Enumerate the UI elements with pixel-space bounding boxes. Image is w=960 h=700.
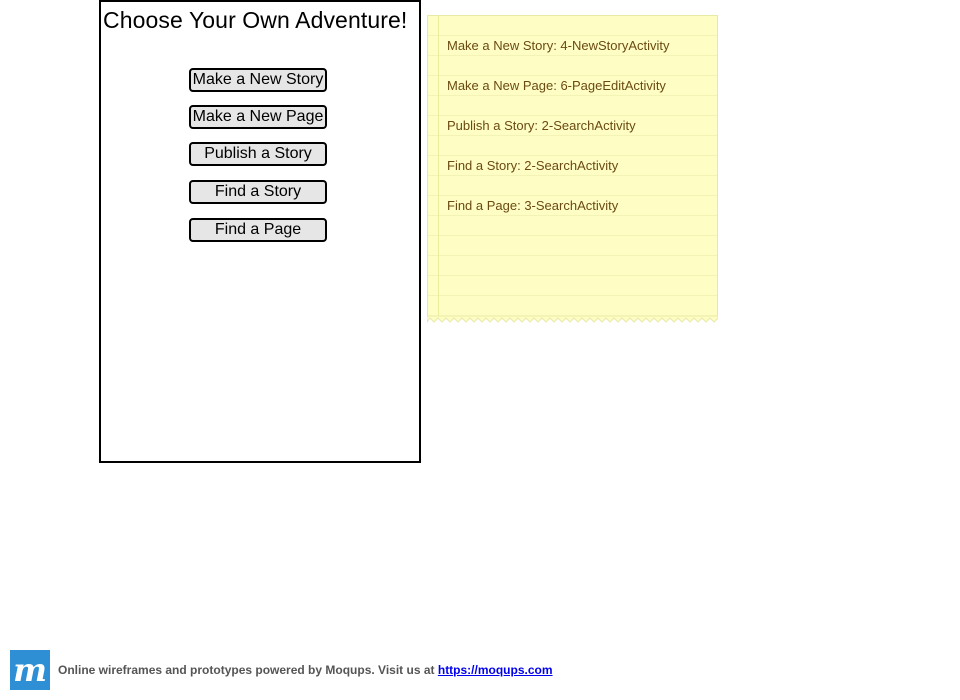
note-line-new-story: Make a New Story: 4-NewStoryActivity [447, 38, 670, 53]
note-line-new-page: Make a New Page: 6-PageEditActivity [447, 78, 666, 93]
make-new-story-button[interactable]: Make a New Story [189, 68, 327, 92]
sticky-note-torn-edge [427, 316, 718, 323]
make-new-page-button[interactable]: Make a New Page [189, 105, 327, 129]
note-line-publish-story: Publish a Story: 2-SearchActivity [447, 118, 636, 133]
footer: m Online wireframes and prototypes power… [10, 650, 553, 690]
note-line-find-story: Find a Story: 2-SearchActivity [447, 158, 619, 173]
publish-story-button[interactable]: Publish a Story [189, 142, 327, 166]
wireframe-canvas: Choose Your Own Adventure! Make a New St… [0, 0, 960, 700]
phone-screen: Choose Your Own Adventure! Make a New St… [99, 0, 421, 463]
find-story-button[interactable]: Find a Story [189, 180, 327, 204]
page-title: Choose Your Own Adventure! [103, 7, 408, 33]
find-page-button[interactable]: Find a Page [189, 218, 327, 242]
footer-caption: Online wireframes and prototypes powered… [58, 663, 438, 677]
footer-text: Online wireframes and prototypes powered… [58, 663, 553, 677]
sticky-note[interactable]: Make a New Story: 4-NewStoryActivity Mak… [427, 15, 718, 318]
moqups-logo[interactable]: m [10, 650, 50, 690]
note-line-find-page: Find a Page: 3-SearchActivity [447, 198, 619, 213]
moqups-link[interactable]: https://moqups.com [438, 663, 553, 677]
